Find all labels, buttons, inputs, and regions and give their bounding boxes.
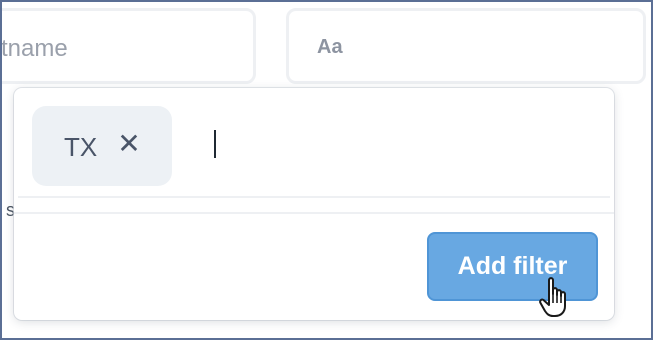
background-field-placeholder: Aa [317, 36, 343, 58]
hand-pointer-cursor-icon [539, 276, 575, 320]
filter-token: TX ✕ [32, 106, 172, 186]
filter-text-input[interactable] [208, 124, 588, 164]
background-field-aa[interactable]: Aa [286, 8, 646, 84]
close-icon[interactable]: ✕ [116, 130, 142, 160]
popover-divider [14, 212, 614, 214]
background-field-name[interactable]: stname [0, 8, 256, 84]
filter-popover: TX ✕ Add filter [14, 88, 614, 320]
background-field-text: stname [0, 35, 68, 62]
token-input-area[interactable]: TX ✕ [18, 94, 610, 198]
text-caret [214, 130, 216, 158]
token-label: TX [64, 132, 98, 162]
